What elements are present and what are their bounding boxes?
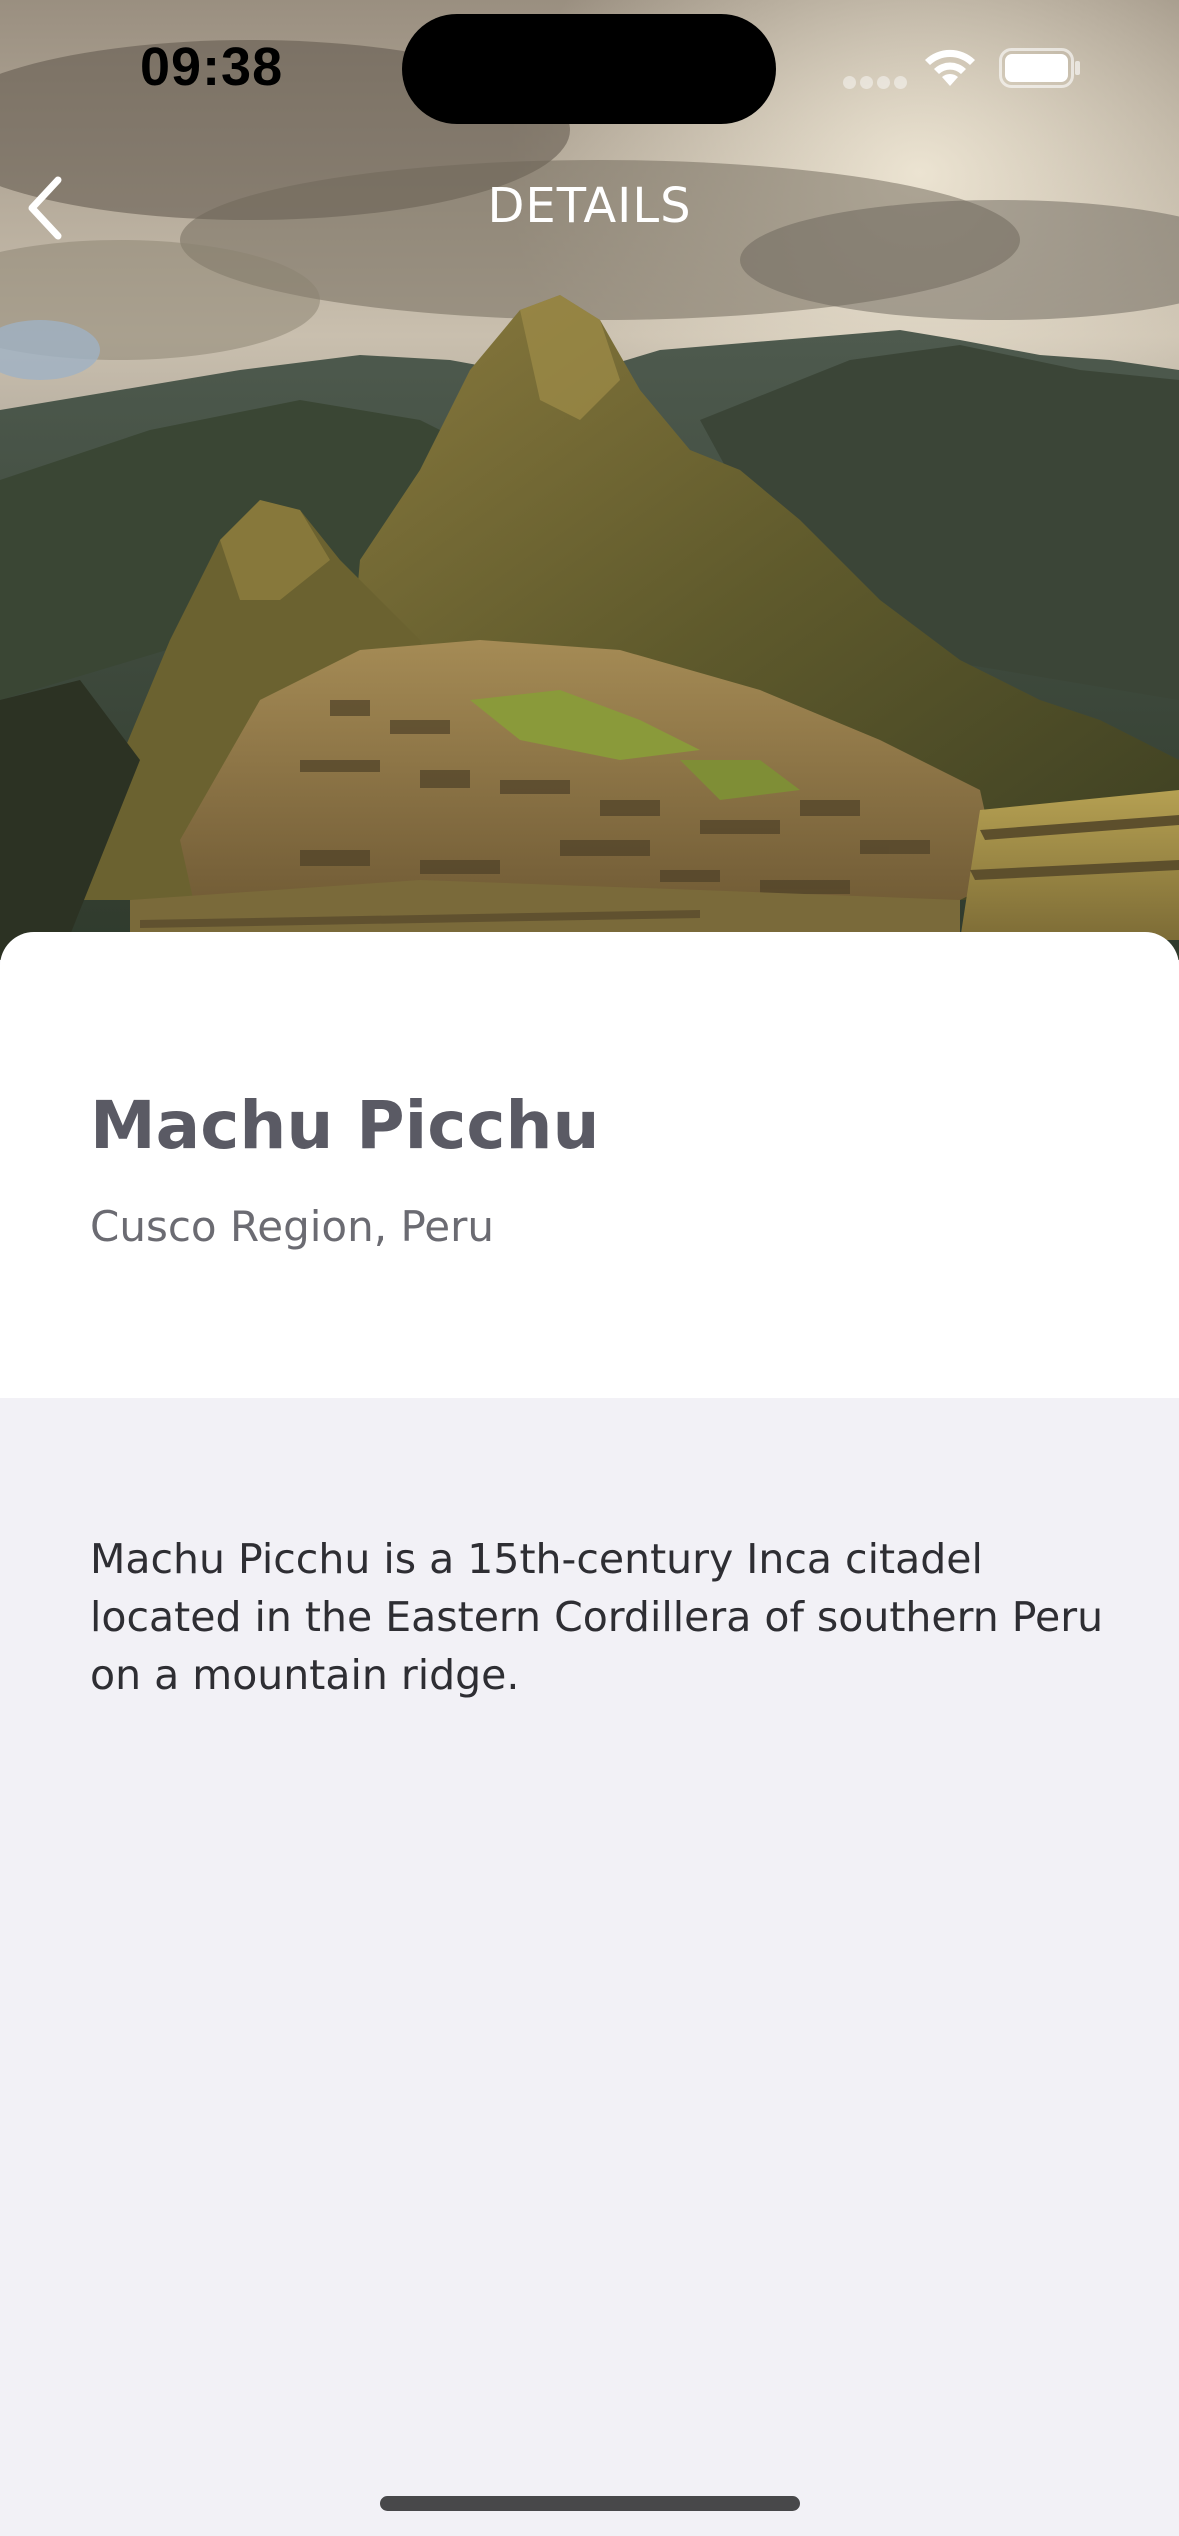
place-region: Cusco Region, Peru — [90, 1202, 495, 1251]
hero-image — [0, 0, 1179, 960]
dynamic-island — [402, 14, 776, 124]
battery-icon — [999, 48, 1080, 88]
place-description: Machu Picchu is a 15th-century Inca cita… — [90, 1535, 1104, 1699]
wifi-icon — [925, 49, 975, 86]
home-indicator[interactable] — [380, 2496, 800, 2511]
page-title: DETAILS — [487, 178, 692, 234]
place-header-card: Machu Picchu Cusco Region, Peru — [0, 932, 1179, 1398]
status-time: 09:38 — [140, 37, 284, 97]
place-name: Machu Picchu — [90, 1087, 600, 1164]
details-screen: 09:38 DETAILS Machu Picchu Cusco Region,… — [0, 0, 1179, 2536]
status-bar: 09:38 — [0, 0, 1179, 140]
cellular-signal-icon — [843, 76, 907, 90]
